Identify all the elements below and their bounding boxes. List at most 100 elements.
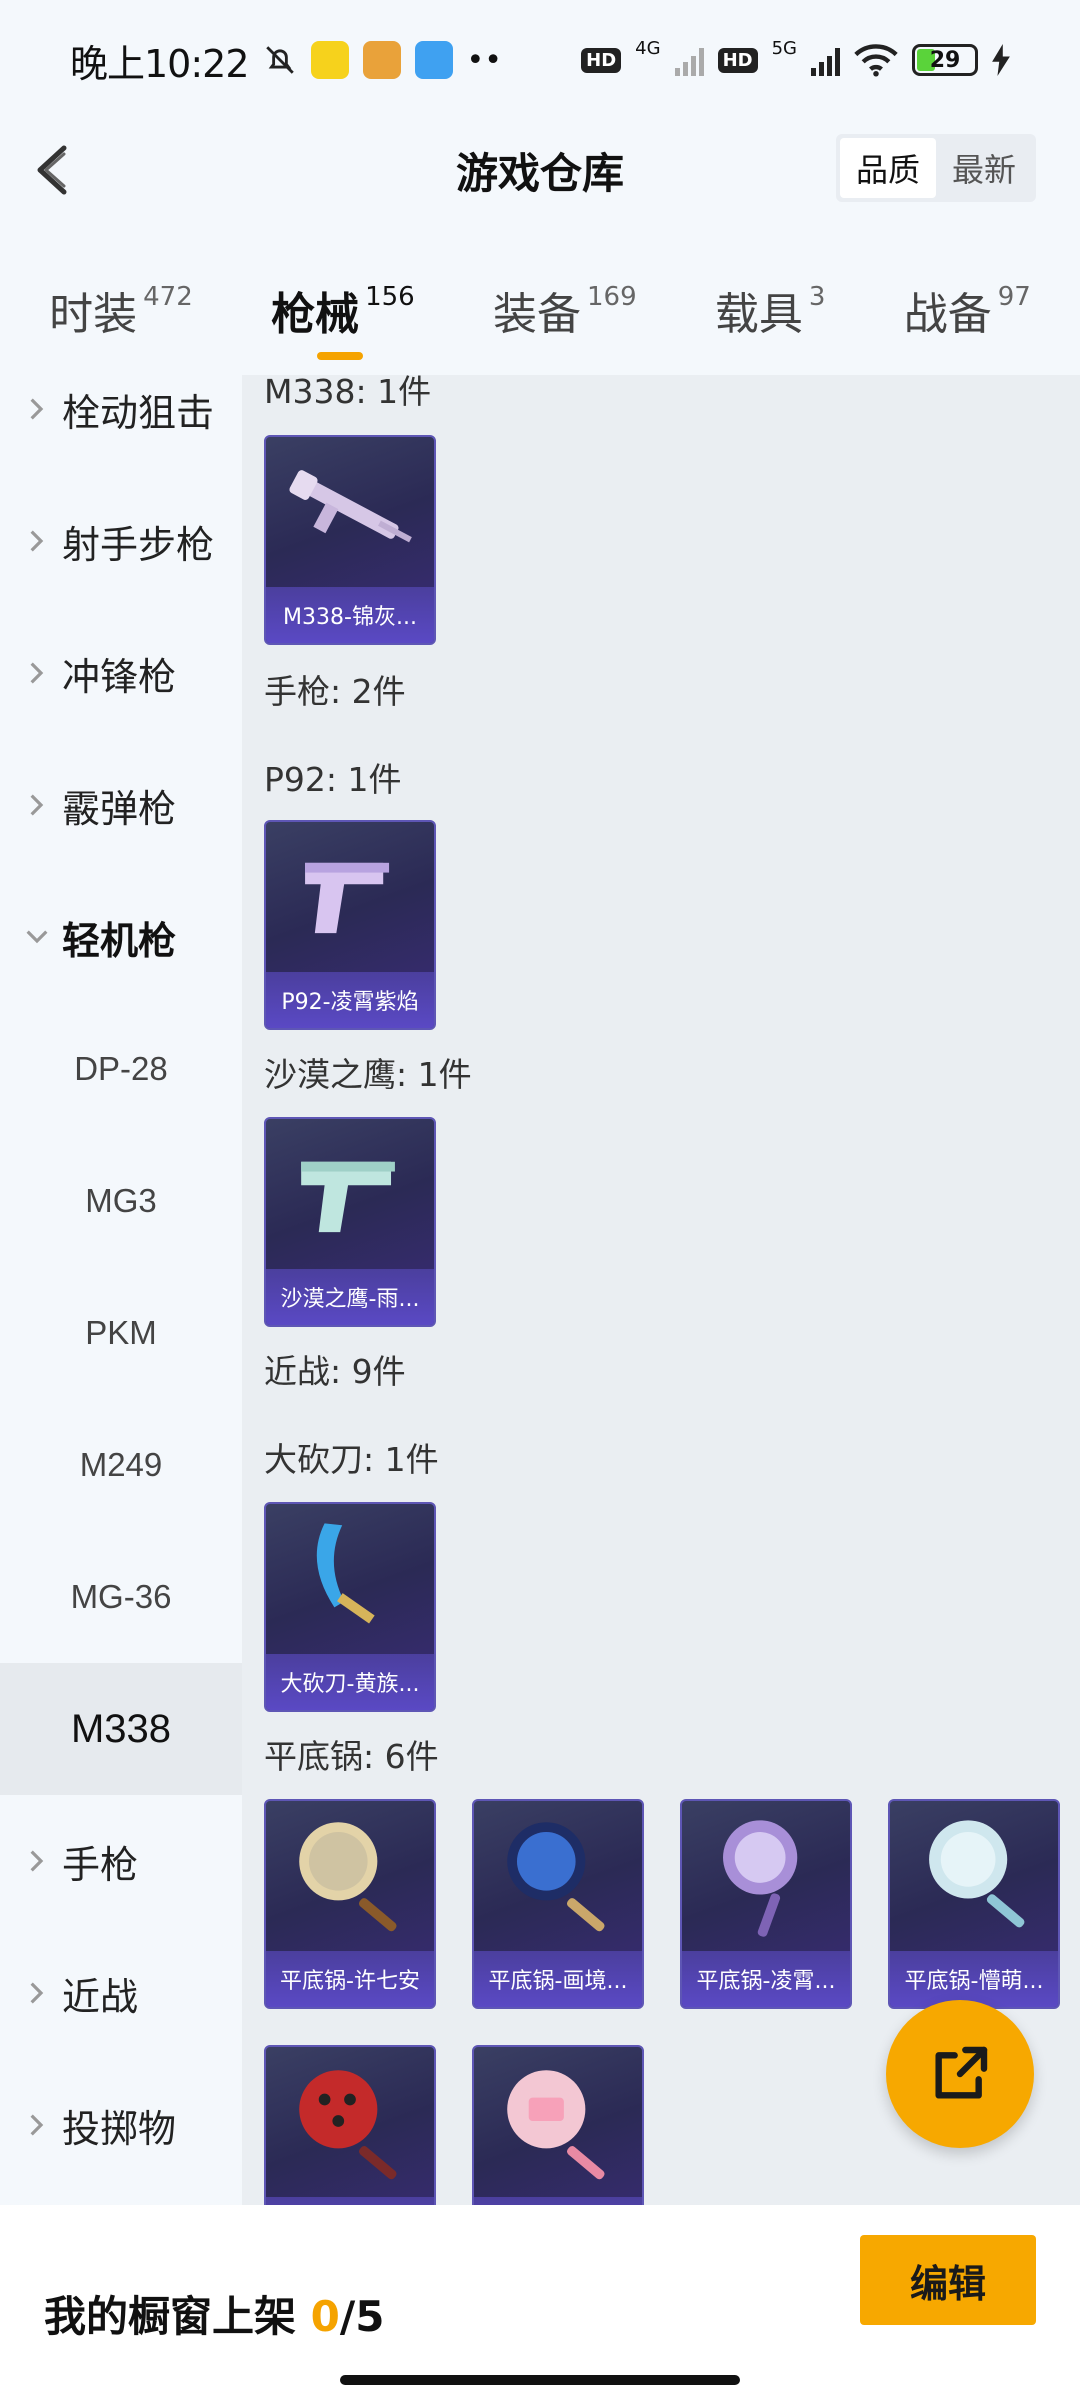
hd-badge: HD bbox=[581, 47, 622, 73]
sidebar-item-label: 冲锋枪 bbox=[62, 654, 177, 699]
tab-vehicles[interactable]: 载具 3 bbox=[715, 278, 826, 342]
app-notification-icon bbox=[362, 41, 401, 79]
section-label: 大砍刀: 1件 bbox=[264, 1440, 439, 1479]
signal-icon bbox=[811, 44, 840, 76]
sidebar-item-label: MG3 bbox=[85, 1182, 157, 1219]
battery-level: 29 bbox=[929, 47, 961, 73]
weapon-type-sidebar: 栓动狙击 射手步枪 冲锋枪 霰弹枪 轻机枪 DP-28 MG3 PKM M249… bbox=[0, 375, 242, 2205]
sidebar-subitem-dp28[interactable]: DP-28 bbox=[0, 1003, 242, 1135]
signal-icon bbox=[674, 44, 704, 76]
header: 游戏仓库 品质 最新 bbox=[0, 120, 1080, 220]
tab-equipment[interactable]: 装备 169 bbox=[493, 278, 637, 342]
category-tabs: 时装 472 枪械 156 装备 169 载具 3 战备 97 bbox=[0, 255, 1080, 365]
sidebar-item-melee[interactable]: 近战 bbox=[0, 1927, 242, 2059]
item-card[interactable]: 沙漠之鹰-雨... bbox=[264, 1117, 436, 1327]
pistol-skin-icon bbox=[305, 862, 390, 934]
tab-label: 装备 bbox=[492, 289, 581, 340]
sidebar-subitem-mg36[interactable]: MG-36 bbox=[0, 1531, 242, 1663]
frying-pan-skin-icon bbox=[507, 1822, 605, 1932]
network-label: 4G bbox=[635, 37, 661, 59]
chevron-right-icon bbox=[22, 394, 52, 424]
tab-label: 枪械 bbox=[271, 289, 360, 340]
back-button[interactable] bbox=[28, 140, 88, 200]
sidebar-item-smg[interactable]: 冲锋枪 bbox=[0, 607, 242, 739]
status-system-icons: HD 4G HD 5G 29 bbox=[581, 38, 1010, 77]
page-title: 游戏仓库 bbox=[455, 148, 624, 198]
sidebar-item-label: 投掷物 bbox=[62, 2106, 177, 2151]
status-notification-icons: •• bbox=[263, 41, 502, 79]
item-card[interactable]: 平底锅-画境... bbox=[472, 1799, 644, 2009]
tab-supplies[interactable]: 战备 97 bbox=[904, 278, 1031, 342]
sidebar-item-shotgun[interactable]: 霰弹枪 bbox=[0, 739, 242, 871]
app-notification-icon bbox=[310, 41, 349, 79]
section-label: 手枪: 2件 bbox=[264, 672, 406, 711]
item-card[interactable]: 平底锅-懵萌... bbox=[888, 1799, 1060, 2009]
chevron-right-icon bbox=[22, 2110, 52, 2140]
charging-icon bbox=[992, 44, 1010, 76]
sidebar-item-pistol[interactable]: 手枪 bbox=[0, 1795, 242, 1927]
sidebar-item-lmg[interactable]: 轻机枪 bbox=[0, 871, 242, 1003]
more-dots-icon: •• bbox=[466, 42, 502, 78]
sidebar-subitem-m249[interactable]: M249 bbox=[0, 1399, 242, 1531]
chevron-right-icon bbox=[22, 790, 52, 820]
showcase-label: 我的橱窗上架 bbox=[44, 2292, 297, 2341]
section-label: 近战: 9件 bbox=[264, 1352, 406, 1391]
sidebar-item-label: PKM bbox=[85, 1314, 157, 1351]
item-name: M338-锦灰... bbox=[283, 605, 417, 630]
item-card[interactable]: M338-锦灰... bbox=[264, 435, 436, 645]
item-name: 平底锅-许七安 bbox=[280, 1969, 420, 1994]
frying-pan-skin-icon bbox=[723, 1820, 798, 1937]
item-list[interactable]: M338: 1件 M338-锦灰... 手枪: 2件 P92: 1件 P92-凌… bbox=[242, 375, 1080, 2205]
tab-label: 时装 bbox=[49, 289, 138, 340]
tab-count: 472 bbox=[143, 282, 193, 312]
rifle-skin-icon bbox=[289, 470, 412, 543]
sidebar-item-marksman-rifle[interactable]: 射手步枪 bbox=[0, 475, 242, 607]
showcase-total: /5 bbox=[339, 2292, 385, 2341]
section-label: P92: 1件 bbox=[264, 760, 402, 799]
sidebar-item-bolt-sniper[interactable]: 栓动狙击 bbox=[0, 375, 242, 475]
item-card[interactable]: 大砍刀-黄族... bbox=[264, 1502, 436, 1712]
item-name: 大砍刀-黄族... bbox=[280, 1672, 420, 1697]
sidebar-subitem-mg3[interactable]: MG3 bbox=[0, 1135, 242, 1267]
sidebar-item-label: 近战 bbox=[62, 1974, 139, 2019]
item-card[interactable] bbox=[472, 2045, 644, 2205]
item-name: 平底锅-画境... bbox=[488, 1969, 628, 1994]
item-card[interactable]: 平底锅-许七安 bbox=[264, 1799, 436, 2009]
sort-quality-button[interactable]: 品质 bbox=[839, 138, 936, 198]
chevron-down-icon bbox=[22, 922, 52, 952]
sidebar-subitem-m338[interactable]: M338 bbox=[0, 1663, 242, 1795]
tab-count: 156 bbox=[365, 282, 415, 312]
edit-button[interactable]: 编辑 bbox=[860, 2235, 1036, 2325]
pistol-skin-icon bbox=[301, 1161, 395, 1233]
item-card[interactable]: P92-凌霄紫焰 bbox=[264, 820, 436, 1030]
wifi-icon bbox=[854, 44, 898, 77]
item-name: 平底锅-凌霄... bbox=[696, 1969, 836, 1994]
tab-label: 载具 bbox=[714, 289, 803, 340]
chevron-right-icon bbox=[22, 658, 52, 688]
sidebar-item-label: 手枪 bbox=[62, 1842, 139, 1887]
chevron-right-icon bbox=[22, 526, 52, 556]
frying-pan-skin-icon bbox=[299, 2070, 397, 2180]
home-indicator[interactable] bbox=[340, 2375, 740, 2385]
sidebar-item-throwables[interactable]: 投掷物 bbox=[0, 2059, 242, 2191]
sort-newest-button[interactable]: 最新 bbox=[936, 138, 1032, 198]
battery-icon: 29 bbox=[912, 44, 978, 76]
network-label: 5G bbox=[771, 37, 797, 59]
item-card[interactable] bbox=[264, 2045, 436, 2205]
share-fab-button[interactable] bbox=[886, 2000, 1034, 2148]
tab-costume[interactable]: 时装 472 bbox=[49, 278, 193, 342]
sort-toggle: 品质 最新 bbox=[835, 134, 1036, 202]
tab-label: 战备 bbox=[903, 289, 992, 340]
hd-badge: HD bbox=[717, 47, 758, 73]
tab-count: 97 bbox=[997, 282, 1031, 312]
frying-pan-skin-icon bbox=[929, 1820, 1025, 1928]
tab-weapons[interactable]: 枪械 156 bbox=[271, 278, 415, 360]
sidebar-item-label: 霰弹枪 bbox=[62, 786, 177, 831]
sidebar-item-label: M338 bbox=[70, 1706, 172, 1751]
tab-count: 3 bbox=[808, 282, 826, 312]
back-arrow-icon bbox=[37, 145, 67, 195]
sidebar-item-label: DP-28 bbox=[74, 1050, 168, 1087]
section-label: 沙漠之鹰: 1件 bbox=[264, 1055, 472, 1094]
item-card[interactable]: 平底锅-凌霄... bbox=[680, 1799, 852, 2009]
sidebar-subitem-pkm[interactable]: PKM bbox=[0, 1267, 242, 1399]
